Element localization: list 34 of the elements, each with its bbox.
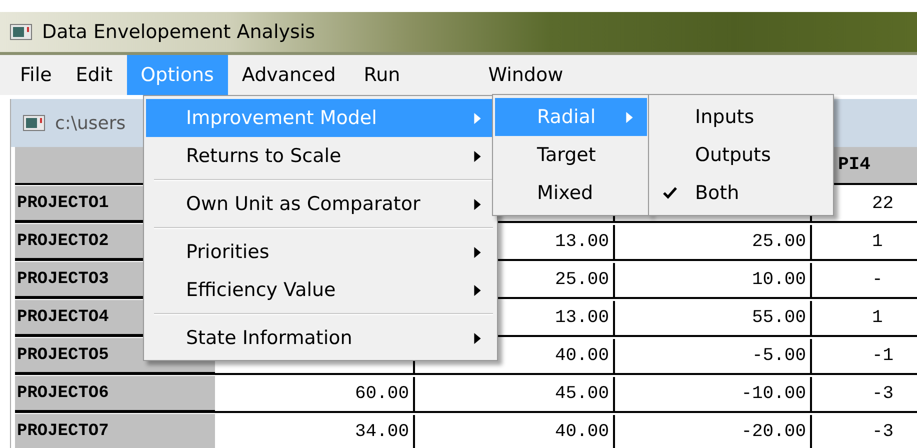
document-icon xyxy=(23,115,45,131)
table-cell: 60.00 xyxy=(215,377,415,413)
table-cell: -10.00 xyxy=(615,377,812,413)
table-cell: 1 xyxy=(812,225,917,261)
menu-item[interactable]: Both xyxy=(651,174,831,212)
row-header: PROJECTO7 xyxy=(15,414,215,448)
window-title: Data Envelopement Analysis xyxy=(42,21,316,43)
menu-item[interactable]: Target xyxy=(495,136,647,174)
table-cell: 40.00 xyxy=(415,415,615,448)
menu-item[interactable]: Advanced xyxy=(234,55,344,95)
table-cell: - xyxy=(812,263,917,299)
menu-item[interactable]: Returns to Scale xyxy=(146,137,495,175)
menu-item[interactable]: Inputs xyxy=(651,98,831,136)
table-cell: -1 xyxy=(812,339,917,375)
menu-item[interactable]: File xyxy=(12,55,60,95)
table-cell: -20.00 xyxy=(615,415,812,448)
table-cell: 10.00 xyxy=(615,263,812,299)
app-icon xyxy=(10,24,32,40)
table-cell: -3 xyxy=(812,377,917,413)
menu-item[interactable]: Run xyxy=(356,55,408,95)
table-cell: 1 xyxy=(812,301,917,337)
menu-item[interactable]: Edit xyxy=(68,55,121,95)
table-cell: 34.00 xyxy=(215,415,415,448)
menu-item[interactable]: Outputs xyxy=(651,136,831,174)
table-cell: -3 xyxy=(812,415,917,448)
table-cell: -5.00 xyxy=(615,339,812,375)
table-cell: 25.00 xyxy=(615,225,812,261)
table-cell: 55.00 xyxy=(615,301,812,337)
row-header: PROJECTO6 xyxy=(15,376,215,413)
menu-item[interactable]: Mixed xyxy=(495,174,647,212)
child-window-title: c:\users xyxy=(55,112,126,134)
column-header-text: PI4 xyxy=(837,155,870,175)
table-cell: 45.00 xyxy=(415,377,615,413)
menu-item[interactable]: Window xyxy=(480,55,572,95)
